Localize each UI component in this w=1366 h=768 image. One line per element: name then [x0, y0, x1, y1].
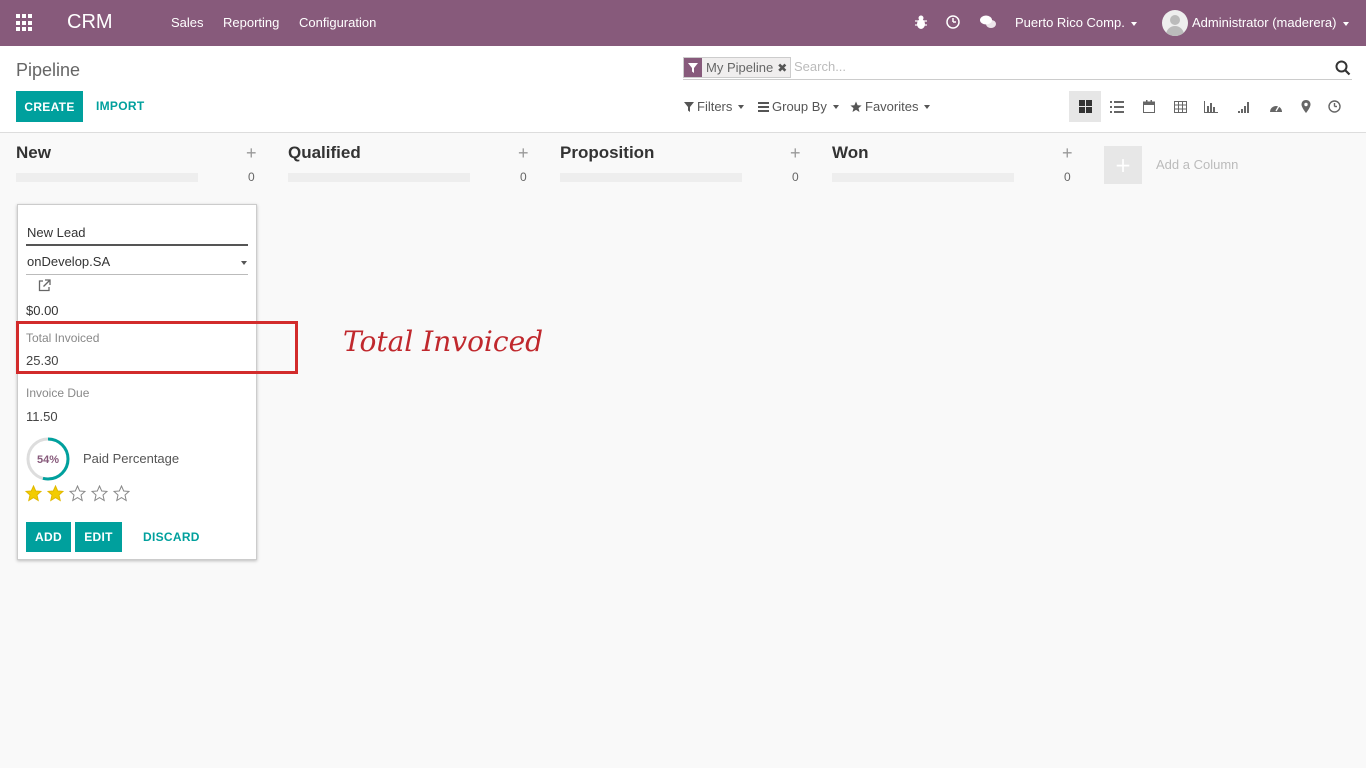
expected-revenue[interactable]: $0.00 [26, 303, 59, 318]
column-title-new[interactable]: New [16, 143, 51, 163]
filters-label: Filters [697, 99, 733, 114]
company-switcher[interactable]: Puerto Rico Comp. [1015, 15, 1137, 30]
lead-title-input[interactable]: New Lead [26, 225, 248, 246]
groupby-label: Group By [772, 99, 827, 114]
column-count: 0 [1064, 170, 1071, 184]
column-count: 0 [248, 170, 255, 184]
calendar-icon [1143, 100, 1155, 113]
dashboard-icon [1270, 105, 1282, 112]
add-column-label[interactable]: Add a Column [1156, 157, 1238, 172]
search-icon[interactable] [1335, 60, 1351, 76]
groupby-dropdown[interactable]: Group By [758, 99, 839, 114]
discard-button[interactable]: DISCARD [143, 530, 200, 544]
paid-percentage-value: 54% [37, 454, 59, 466]
graph-view-button[interactable] [1195, 91, 1227, 122]
highlight-box [16, 321, 298, 374]
kanban-icon [1078, 100, 1092, 113]
column-progressbar [288, 173, 470, 182]
star-filled-icon[interactable] [47, 485, 64, 502]
import-button[interactable]: IMPORT [96, 99, 144, 113]
column-title-proposition[interactable]: Proposition [560, 143, 654, 163]
quick-create-card: New Lead onDevelop.SA $0.00 Total Invoic… [17, 204, 257, 560]
facet-label: My Pipeline [706, 60, 774, 75]
paid-percentage-gauge: 54% [26, 437, 70, 481]
chevron-down-icon [1130, 21, 1137, 26]
menu-sales[interactable]: Sales [171, 15, 204, 30]
menu-reporting[interactable]: Reporting [223, 15, 279, 30]
column-progressbar [560, 173, 742, 182]
add-button[interactable]: ADD [26, 522, 71, 552]
column-count: 0 [520, 170, 527, 184]
cohort-view-button[interactable] [1228, 91, 1260, 122]
column-title-won[interactable]: Won [832, 143, 869, 163]
user-menu[interactable]: Administrator (maderera) [1192, 15, 1349, 30]
close-icon[interactable]: ✖ [777, 61, 790, 75]
filters-dropdown[interactable]: Filters [684, 99, 745, 114]
menu-configuration[interactable]: Configuration [299, 15, 376, 30]
invoice-due-label: Invoice Due [26, 386, 90, 400]
favorites-dropdown[interactable]: Favorites [850, 99, 931, 114]
quick-create-icon[interactable]: + [1062, 143, 1073, 164]
column-count: 0 [792, 170, 799, 184]
star-empty-icon[interactable] [69, 485, 86, 502]
invoice-due-value: 11.50 [26, 409, 58, 424]
partner-select[interactable]: onDevelop.SA [26, 254, 248, 275]
user-name: Administrator (maderera) [1192, 15, 1337, 30]
annotation-text: Total Invoiced [343, 325, 544, 358]
calendar-view-button[interactable] [1133, 91, 1165, 122]
bars-icon [758, 101, 769, 112]
pivot-view-button[interactable] [1164, 91, 1196, 122]
chevron-down-icon [924, 104, 931, 109]
column-progressbar [832, 173, 1014, 182]
column-progressbar [16, 173, 198, 182]
star-empty-icon[interactable] [113, 485, 130, 502]
create-button[interactable]: CREATE [16, 91, 83, 122]
star-empty-icon[interactable] [91, 485, 108, 502]
clock-icon [1327, 100, 1341, 113]
breadcrumb: Pipeline [16, 60, 81, 80]
bar-chart-icon [1204, 100, 1218, 113]
list-icon [1110, 100, 1124, 113]
top-navbar: CRM Sales Reporting Configuration Puerto… [0, 0, 1366, 46]
column-title-qualified[interactable]: Qualified [288, 143, 361, 163]
star-icon [850, 101, 862, 112]
dashboard-view-button[interactable] [1260, 91, 1292, 122]
quick-create-icon[interactable]: + [790, 143, 801, 164]
list-view-button[interactable] [1101, 91, 1133, 122]
chevron-down-icon [241, 261, 247, 265]
edit-button[interactable]: EDIT [75, 522, 122, 552]
kanban-view-button[interactable] [1069, 91, 1101, 122]
activity-view-button[interactable] [1318, 91, 1350, 122]
favorites-label: Favorites [865, 99, 919, 114]
apps-menu-icon[interactable] [16, 14, 34, 32]
clock-icon[interactable] [944, 13, 962, 31]
add-column-button[interactable]: + [1104, 146, 1142, 184]
filter-icon [684, 101, 694, 112]
chevron-down-icon [1342, 21, 1349, 26]
control-panel: Pipeline CREATE IMPORT My Pipeline ✖ Fil… [0, 46, 1366, 133]
filter-icon [684, 58, 702, 77]
company-name: Puerto Rico Comp. [1015, 15, 1125, 30]
quick-create-icon[interactable]: + [246, 143, 257, 164]
quick-create-icon[interactable]: + [518, 143, 529, 164]
star-filled-icon[interactable] [25, 485, 42, 502]
bug-icon[interactable] [912, 13, 930, 31]
search-bar: My Pipeline ✖ [683, 56, 1352, 80]
search-input[interactable] [794, 59, 1314, 74]
avatar[interactable] [1162, 10, 1188, 36]
map-marker-icon [1301, 100, 1311, 113]
chevron-down-icon [832, 104, 839, 109]
chat-icon[interactable] [979, 13, 997, 31]
chevron-down-icon [738, 104, 745, 109]
table-icon [1173, 100, 1187, 113]
priority-stars[interactable] [25, 485, 130, 502]
search-facet[interactable]: My Pipeline ✖ [683, 57, 792, 78]
app-brand[interactable]: CRM [67, 11, 113, 34]
signal-icon [1238, 101, 1249, 113]
external-link-icon[interactable] [38, 279, 51, 292]
paid-percentage-label: Paid Percentage [83, 451, 180, 466]
partner-value: onDevelop.SA [27, 254, 111, 269]
